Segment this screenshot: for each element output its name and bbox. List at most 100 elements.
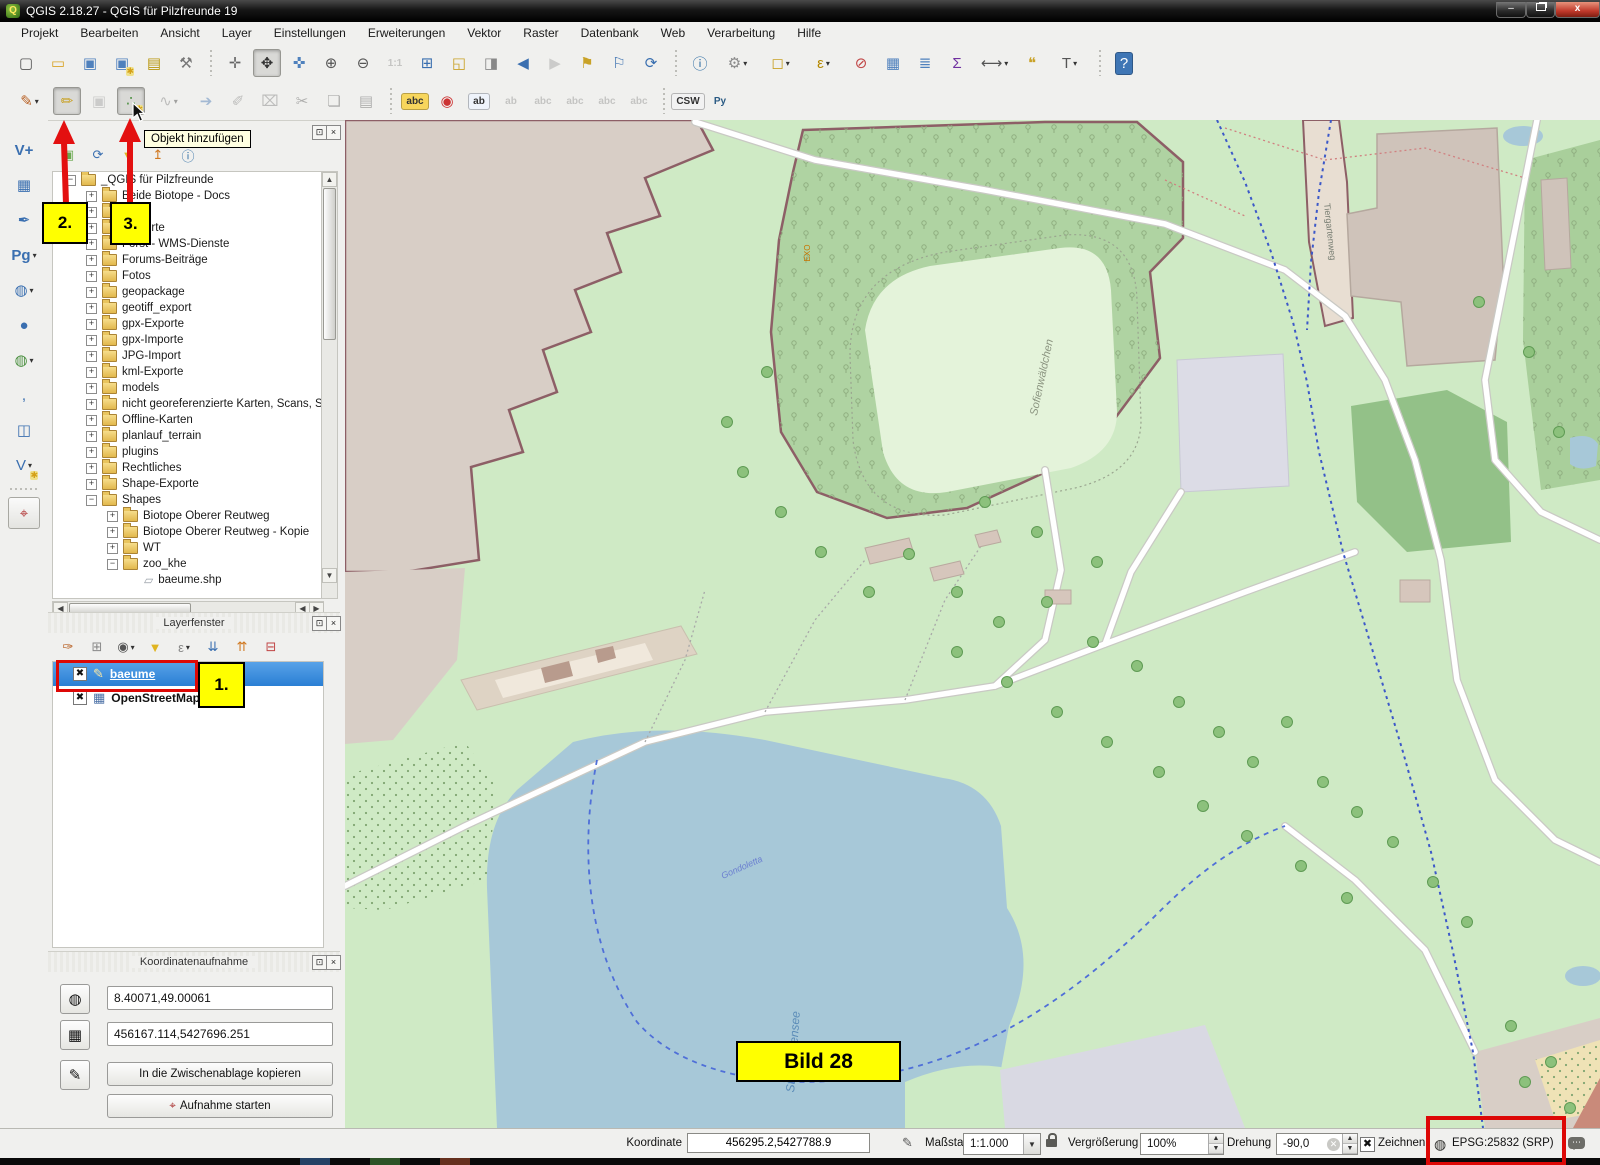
taskbar-item[interactable] — [370, 1158, 400, 1165]
help[interactable]: ? — [1110, 49, 1138, 77]
layer-visibility-checkbox[interactable]: ✖ — [73, 691, 87, 705]
rotate-label[interactable]: abc — [593, 87, 621, 115]
zoom-native[interactable]: 1:1 — [381, 49, 409, 77]
coord-close-icon[interactable]: × — [326, 955, 341, 970]
projected-crs-button[interactable]: ▦ — [60, 1020, 90, 1050]
browser-float-icon[interactable]: ⊡ — [312, 125, 327, 140]
zoom-in[interactable]: ⊕ — [317, 49, 345, 77]
layer-visibility-checkbox[interactable]: ✖ — [73, 667, 87, 681]
deselect-all[interactable]: ⊘ — [847, 49, 875, 77]
composer-manager[interactable]: ⚒ — [172, 49, 200, 77]
expand-expander-icon[interactable]: + — [107, 511, 118, 522]
tree-item[interactable]: +Beide Biotope - Docs — [53, 188, 323, 204]
expand-expander-icon[interactable]: + — [107, 543, 118, 554]
menu-ansicht[interactable]: Ansicht — [149, 23, 210, 43]
scroll-down-icon[interactable]: ▼ — [322, 568, 337, 583]
tree-item[interactable]: +plugins — [53, 444, 323, 460]
scroll-up-icon[interactable]: ▲ — [322, 172, 337, 187]
collapse-all-layers[interactable]: ⇈ — [230, 635, 254, 659]
expand-all[interactable]: ⇊ — [201, 635, 225, 659]
projected-coordinate-field[interactable] — [107, 1022, 333, 1046]
cut-features[interactable]: ✂ — [288, 87, 316, 115]
add-feature[interactable]: ∴✱ — [117, 87, 145, 115]
layer-diagram[interactable]: ◉ — [433, 87, 461, 115]
zoom-last[interactable]: ◀ — [509, 49, 537, 77]
spin-arrows[interactable]: ▲▼ — [1342, 1134, 1357, 1154]
tree-item[interactable]: +models — [53, 380, 323, 396]
expand-expander-icon[interactable]: + — [86, 399, 97, 410]
tree-item[interactable]: +WT — [53, 540, 323, 556]
change-label[interactable]: abc — [625, 87, 653, 115]
render-checkbox[interactable]: ✖ — [1360, 1137, 1375, 1152]
save-project-as[interactable]: ▣✱ — [108, 49, 136, 77]
add-selected-layers[interactable]: ▣ — [56, 143, 80, 167]
toggle-editing[interactable]: ✏ — [53, 87, 81, 115]
touch-zoom-pan[interactable]: ✛ — [221, 49, 249, 77]
move-feature[interactable]: ➔ — [192, 87, 220, 115]
menu-datenbank[interactable]: Datenbank — [570, 23, 650, 43]
tree-item[interactable]: +gpx-Exporte — [53, 316, 323, 332]
zoom-out[interactable]: ⊖ — [349, 49, 377, 77]
add-postgis-layer[interactable]: Pg▾ — [8, 239, 40, 271]
minimize-button[interactable]: – — [1496, 2, 1526, 18]
tree-item[interactable]: +planlauf_terrain — [53, 428, 323, 444]
tree-item[interactable]: +Forst - WMS-Dienste — [53, 236, 323, 252]
tree-item[interactable]: −_QGIS für Pilzfreunde — [53, 172, 323, 188]
restore-button[interactable] — [1526, 2, 1555, 18]
expand-expander-icon[interactable]: + — [86, 415, 97, 426]
pan-map[interactable]: ✥ — [253, 49, 281, 77]
add-spatialite-layer[interactable]: ✒ — [8, 204, 40, 236]
expand-expander-icon[interactable]: + — [86, 383, 97, 394]
tree-item[interactable]: +Offline-Karten — [53, 412, 323, 428]
tree-item[interactable]: +Shape-Exporte — [53, 476, 323, 492]
expand-expander-icon[interactable]: + — [86, 303, 97, 314]
coordinate-input[interactable] — [687, 1133, 870, 1153]
text-annotation[interactable]: T▾ — [1050, 49, 1089, 77]
layer-item-baeume[interactable]: ✖✎baeume — [53, 662, 323, 686]
csw-search[interactable]: CSW — [674, 87, 702, 115]
collapse-expander-icon[interactable]: − — [107, 559, 118, 570]
new-bookmark[interactable]: ⚑ — [573, 49, 601, 77]
save-layer-edits[interactable]: ▣ — [85, 87, 113, 115]
browser-tree[interactable]: −_QGIS für Pilzfreunde+Beide Biotope - D… — [52, 171, 324, 599]
expand-expander-icon[interactable]: + — [86, 319, 97, 330]
collapse-expander-icon[interactable]: − — [65, 175, 76, 186]
new-shapefile-layer[interactable]: V✱▾ — [8, 449, 40, 481]
delete-selected[interactable]: ⌧ — [256, 87, 284, 115]
tree-item[interactable]: +gpx-Importe — [53, 332, 323, 348]
layers-float-icon[interactable]: ⊡ — [312, 616, 327, 631]
add-delimited-text-layer[interactable]: , — [8, 379, 40, 411]
menu-raster[interactable]: Raster — [512, 23, 569, 43]
expand-expander-icon[interactable]: + — [86, 271, 97, 282]
title-bar[interactable]: Q QGIS 2.18.27 - QGIS für Pilzfreunde 19… — [0, 0, 1600, 22]
pan-to-selection[interactable]: ✜ — [285, 49, 313, 77]
menu-verarbeitung[interactable]: Verarbeitung — [696, 23, 786, 43]
expand-expander-icon[interactable]: + — [86, 367, 97, 378]
layer-item-openstreetmap[interactable]: ✖▦OpenStreetMap — [53, 686, 323, 710]
measure-line[interactable]: ⟷▾ — [975, 49, 1014, 77]
map-tips[interactable]: ❝ — [1018, 49, 1046, 77]
rotation-spinbox[interactable]: -90,0 ✕ ▲▼ — [1276, 1133, 1358, 1155]
close-button[interactable]: x — [1555, 2, 1600, 18]
current-edits[interactable]: ✎▾ — [10, 87, 49, 115]
zoom-to-selection[interactable]: ◨ — [477, 49, 505, 77]
add-wfs-layer[interactable]: ◍▾ — [8, 344, 40, 376]
geographic-coordinate-field[interactable] — [107, 986, 333, 1010]
feature-edit-tools[interactable]: ✐ — [224, 87, 252, 115]
map-canvas[interactable]: SofienwäldchenStadtgartenseeGondolettaTi… — [345, 120, 1600, 1128]
menu-erweiterungen[interactable]: Erweiterungen — [357, 23, 456, 43]
taskbar-item[interactable] — [300, 1158, 330, 1165]
menu-einstellungen[interactable]: Einstellungen — [263, 23, 357, 43]
layer-list[interactable]: ✖✎baeume✖▦OpenStreetMap — [52, 661, 324, 948]
tree-item[interactable]: +Rechtliches — [53, 460, 323, 476]
track-mouse-button[interactable]: ✎ — [60, 1060, 90, 1090]
tree-item[interactable]: +Biotope Oberer Reutweg — [53, 508, 323, 524]
filter-by-expression[interactable]: ε▾ — [172, 635, 196, 659]
spin-arrows[interactable]: ▲▼ — [1208, 1134, 1223, 1154]
refresh-map[interactable]: ⟳ — [637, 49, 665, 77]
open-layer-styling[interactable]: ✑ — [56, 635, 80, 659]
tree-item[interactable]: −Shapes — [53, 492, 323, 508]
layers-close-icon[interactable]: × — [326, 616, 341, 631]
add-raster-layer[interactable]: ▦ — [8, 169, 40, 201]
coord-float-icon[interactable]: ⊡ — [312, 955, 327, 970]
